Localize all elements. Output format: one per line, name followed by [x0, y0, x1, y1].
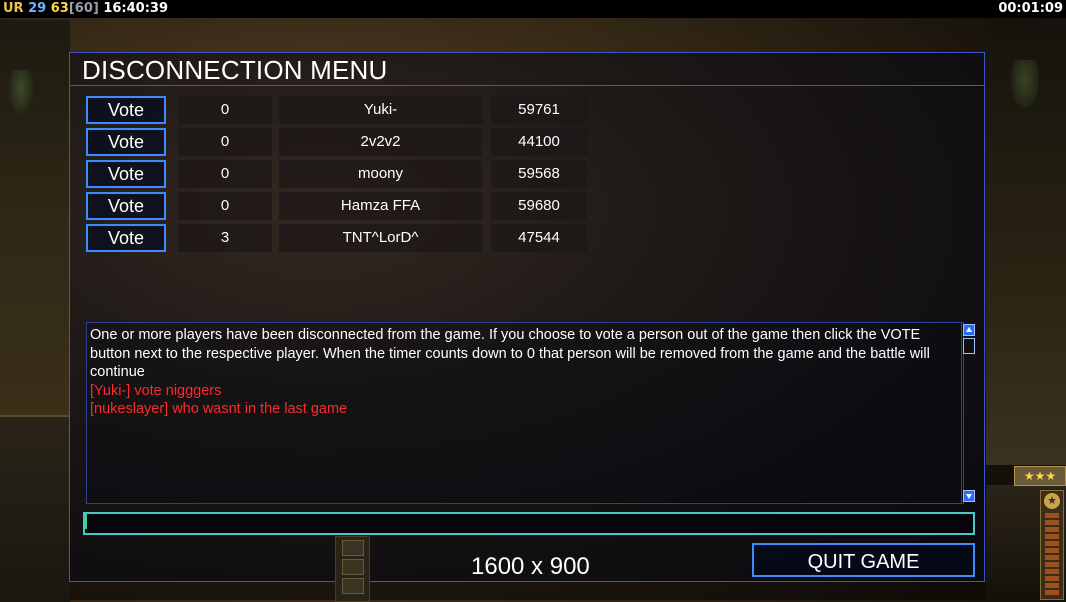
disconnection-dialog: DISCONNECTION MENU Vote 0 Yuki- 59761 Vo… — [69, 52, 985, 582]
player-name: TNT^LorD^ — [279, 224, 482, 252]
player-score: 47544 — [491, 224, 587, 252]
game-hud-left-panel — [0, 415, 70, 602]
player-score: 59568 — [491, 160, 587, 188]
chat-message: [nukeslayer] who wasnt in the last game — [90, 401, 348, 417]
rank-progress-fill — [1045, 513, 1059, 595]
vote-button[interactable]: Vote — [86, 160, 166, 188]
game-timer: 00:01:09 — [998, 1, 1063, 16]
vote-count: 0 — [178, 128, 272, 156]
vote-button[interactable]: Vote — [86, 96, 166, 124]
chat-message: [Yuki-] vote nigggers — [90, 382, 222, 399]
message-list: One or more players have been disconnect… — [90, 326, 956, 419]
stat-value-c: [60] — [68, 1, 99, 16]
player-row: Vote 0 Yuki- 59761 — [86, 96, 596, 124]
player-score: 44100 — [491, 128, 587, 156]
player-score: 59761 — [491, 96, 587, 124]
vote-button[interactable]: Vote — [86, 128, 166, 156]
player-row: Vote 0 2v2v2 44100 — [86, 128, 596, 156]
message-scrollbar[interactable] — [961, 323, 976, 503]
stat-label: UR — [3, 1, 24, 16]
resolution-label: 1600 x 900 — [471, 553, 590, 580]
vote-count: 0 — [178, 192, 272, 220]
rank-stars: ★★★ — [1014, 466, 1066, 486]
star-emblem-icon: ★ — [1044, 493, 1060, 509]
info-icon[interactable] — [342, 559, 364, 575]
message-log[interactable]: One or more players have been disconnect… — [86, 322, 975, 504]
system-message: One or more players have been disconnect… — [90, 327, 930, 380]
player-row: Vote 3 TNT^LorD^ 47544 — [86, 224, 596, 252]
player-name: 2v2v2 — [279, 128, 482, 156]
tree-sprite — [8, 70, 34, 116]
sell-icon[interactable] — [342, 578, 364, 594]
scroll-thumb[interactable] — [963, 338, 975, 354]
tree-sprite — [1010, 60, 1040, 110]
network-stats: UR 29 63[60] 16:40:39 — [3, 0, 168, 18]
vote-count: 0 — [178, 96, 272, 124]
vote-count: 0 — [178, 160, 272, 188]
stat-value-a: 29 — [28, 1, 47, 16]
scroll-up-arrow-icon[interactable] — [963, 324, 975, 336]
general-rank-bar: ★ — [1040, 490, 1064, 600]
player-score: 59680 — [491, 192, 587, 220]
clock: 16:40:39 — [103, 1, 169, 16]
player-name: moony — [279, 160, 482, 188]
wrench-icon[interactable] — [342, 540, 364, 556]
player-row: Vote 0 Hamza FFA 59680 — [86, 192, 596, 220]
player-row: Vote 0 moony 59568 — [86, 160, 596, 188]
top-status-bar: UR 29 63[60] 16:40:39 00:01:09 — [0, 0, 1066, 18]
chat-input[interactable] — [83, 512, 975, 535]
quit-game-button[interactable]: QUIT GAME — [752, 543, 975, 577]
player-name: Hamza FFA — [279, 192, 482, 220]
command-bar-stub — [335, 536, 370, 602]
scroll-down-arrow-icon[interactable] — [963, 490, 975, 502]
player-name: Yuki- — [279, 96, 482, 124]
vote-count: 3 — [178, 224, 272, 252]
stat-value-b: 63 — [50, 1, 69, 16]
text-caret — [85, 514, 87, 529]
vote-button[interactable]: Vote — [86, 192, 166, 220]
dialog-title: DISCONNECTION MENU — [82, 55, 388, 85]
title-divider — [70, 85, 984, 86]
vote-button[interactable]: Vote — [86, 224, 166, 252]
